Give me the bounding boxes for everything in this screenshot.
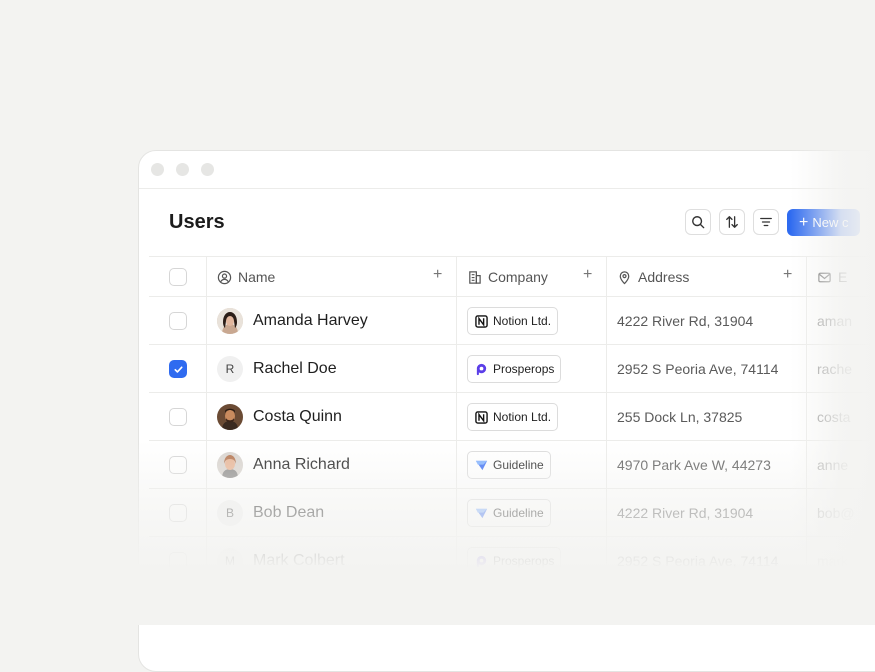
notion-logo-icon (474, 410, 488, 424)
table-row[interactable]: Costa Quinn Notion Ltd. 255 Dock Ln, 378… (149, 392, 875, 441)
user-name: Costa Quinn (253, 408, 342, 425)
avatar: R (217, 356, 243, 382)
company-chip[interactable]: Notion Ltd. (467, 403, 559, 431)
avatar (217, 404, 243, 430)
name-cell[interactable]: B Bob Dean (217, 489, 324, 537)
name-cell[interactable]: Anna Richard (217, 441, 350, 489)
company-chip[interactable]: Prosperops (467, 547, 562, 575)
add-address-column-icon[interactable]: + (783, 266, 792, 284)
email-value: bob@ (817, 505, 855, 521)
company-name: Prosperops (493, 554, 555, 568)
address-value: 2952 S Peoria Ave, 74114 (617, 361, 779, 377)
building-icon (469, 270, 481, 284)
address-value: 4222 River Rd, 31904 (617, 313, 754, 329)
select-all-checkbox[interactable] (169, 268, 187, 286)
column-header-email[interactable]: E (817, 257, 847, 297)
search-icon (692, 216, 705, 229)
new-button-label: New c (812, 215, 849, 230)
avatar: M (217, 548, 243, 574)
row-checkbox-checked[interactable] (169, 360, 187, 378)
table-row[interactable]: R Rachel Doe Prosperops 2952 S Peoria Av… (149, 344, 875, 393)
column-header-company[interactable]: Company (467, 257, 548, 297)
window-titlebar (139, 151, 875, 189)
company-chip[interactable]: Prosperops (467, 355, 562, 383)
prosperops-logo-icon (474, 554, 488, 568)
user-name: Mark Colbert (253, 552, 345, 569)
address-value: 2952 S Peoria Ave, 74114 (617, 553, 779, 569)
mail-icon (818, 272, 831, 282)
filter-button[interactable] (753, 209, 779, 235)
email-value: aman (817, 313, 853, 329)
company-name: Prosperops (493, 362, 555, 376)
sort-icon (726, 216, 738, 228)
row-checkbox[interactable] (169, 552, 187, 570)
search-button[interactable] (685, 209, 711, 235)
window-maximize-dot[interactable] (201, 163, 214, 176)
company-chip[interactable]: Guideline (467, 451, 551, 479)
check-icon (173, 365, 183, 373)
row-checkbox[interactable] (169, 408, 187, 426)
column-company-label: Company (488, 269, 548, 285)
column-header-name[interactable]: Name (217, 257, 275, 297)
user-name: Bob Dean (253, 504, 325, 521)
guideline-logo-icon (474, 458, 488, 472)
add-name-column-icon[interactable]: + (433, 266, 442, 284)
window-minimize-dot[interactable] (176, 163, 189, 176)
notion-logo-icon (474, 314, 488, 328)
column-email-label: E (838, 269, 848, 285)
plus-icon: + (799, 213, 809, 231)
guideline-logo-icon (474, 506, 488, 520)
company-name: Notion Ltd. (493, 410, 552, 424)
avatar: B (217, 500, 243, 526)
table-row[interactable]: Anna Richard Guideline 4970 Park Ave W, … (149, 440, 875, 489)
row-checkbox[interactable] (169, 312, 187, 330)
new-button[interactable]: + New c (787, 209, 861, 236)
column-header-address[interactable]: Address (617, 257, 689, 297)
page-title: Users (169, 211, 225, 233)
name-cell[interactable]: M Mark Colbert (217, 537, 345, 585)
company-name: Guideline (493, 458, 544, 472)
name-cell[interactable]: Costa Quinn (217, 393, 342, 441)
row-checkbox[interactable] (169, 504, 187, 522)
email-value: rache (817, 361, 853, 377)
add-company-column-icon[interactable]: + (583, 266, 592, 284)
address-value: 255 Dock Ln, 37825 (617, 409, 743, 425)
select-all-cell (169, 257, 189, 297)
email-value: anne (817, 457, 849, 473)
page-header: Users + New c (139, 188, 875, 255)
table-row[interactable]: M Mark Colbert Prosperops 2952 S Peoria … (149, 536, 875, 585)
user-name: Anna Richard (253, 456, 350, 473)
column-address-label: Address (638, 269, 690, 285)
company-name: Guideline (493, 506, 544, 520)
avatar (217, 308, 243, 334)
address-value: 4970 Park Ave W, 44273 (617, 457, 771, 473)
company-chip[interactable]: Notion Ltd. (467, 307, 559, 335)
avatar (217, 452, 243, 478)
email-value: costa (817, 409, 851, 425)
name-cell[interactable]: Amanda Harvey (217, 297, 368, 345)
app-window: Users + New c Name + Company + Address +… (138, 150, 875, 672)
column-name-label: Name (238, 269, 276, 285)
name-cell[interactable]: R Rachel Doe (217, 345, 337, 393)
filter-icon (760, 217, 772, 227)
row-checkbox[interactable] (169, 456, 187, 474)
company-name: Notion Ltd. (493, 314, 552, 328)
table-header-row: Name + Company + Address + E (149, 256, 875, 297)
user-name: Rachel Doe (253, 360, 337, 377)
user-name: Amanda Harvey (253, 312, 368, 329)
prosperops-logo-icon (474, 362, 488, 376)
address-value: 4222 River Rd, 31904 (617, 505, 754, 521)
user-circle-icon (217, 270, 232, 284)
window-close-dot[interactable] (151, 163, 164, 176)
company-chip[interactable]: Guideline (467, 499, 551, 527)
map-pin-icon (619, 270, 630, 284)
sort-button[interactable] (719, 209, 745, 235)
table-row[interactable]: B Bob Dean Guideline 4222 River Rd, 3190… (149, 488, 875, 537)
email-value: mark (817, 553, 849, 569)
table-row[interactable]: Amanda Harvey Notion Ltd. 4222 River Rd,… (149, 296, 875, 345)
